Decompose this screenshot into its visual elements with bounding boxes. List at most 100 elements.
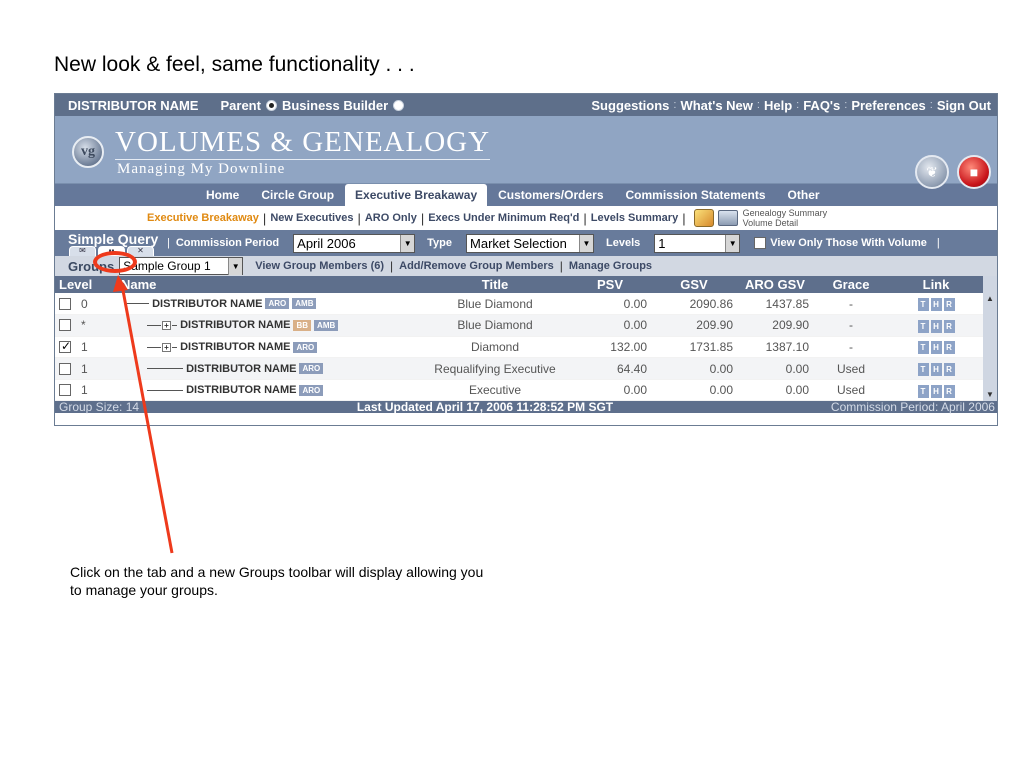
chevron-down-icon: ▼ <box>228 257 243 275</box>
manage-groups-link[interactable]: Manage Groups <box>569 260 652 272</box>
stop-icon[interactable]: ■ <box>957 155 991 189</box>
row-aro-gsv: 1437.85 <box>737 293 813 316</box>
tree-icon[interactable]: ❦ <box>915 155 949 189</box>
header-grace[interactable]: Grace <box>813 276 889 293</box>
row-psv: 0.00 <box>569 314 651 337</box>
scroll-up-icon[interactable]: ▲ <box>986 294 994 303</box>
parent-radio[interactable] <box>265 99 277 111</box>
row-checkbox[interactable] <box>59 297 71 310</box>
table-scrollbar[interactable]: ▲ ▼ <box>983 276 997 402</box>
h-button[interactable]: H <box>930 363 942 377</box>
row-links: THR <box>917 319 955 333</box>
row-links: THR <box>917 341 955 355</box>
header-name[interactable]: Name <box>117 276 421 293</box>
commission-period-select[interactable]: April 2006 ▼ <box>293 233 416 253</box>
h-button[interactable]: H <box>930 298 942 312</box>
group-select[interactable]: Sample Group 1 ▼ <box>119 257 244 275</box>
view-group-members-link[interactable]: View Group Members (6) <box>255 260 384 272</box>
scroll-down-icon[interactable]: ▼ <box>986 390 994 399</box>
row-title: Blue Diamond <box>421 314 569 337</box>
top-links: Suggestions: What's New: Help: FAQ's: Pr… <box>591 97 991 113</box>
printer-icon[interactable] <box>717 210 738 226</box>
row-checkbox[interactable] <box>59 384 71 397</box>
row-grace: Used <box>813 379 889 402</box>
r-button[interactable]: R <box>943 363 955 377</box>
vg-logo: vg <box>72 136 104 168</box>
header-aro-gsv[interactable]: ARO GSV <box>737 276 813 293</box>
suggestions-link[interactable]: Suggestions <box>591 98 669 113</box>
t-button[interactable]: T <box>917 298 929 312</box>
t-button[interactable]: T <box>917 363 929 377</box>
header-gsv[interactable]: GSV <box>651 276 737 293</box>
status-bar: Group Size: 14 Last Updated April 17, 20… <box>55 400 997 415</box>
row-level: 1 <box>81 383 88 398</box>
view-volume-checkbox[interactable] <box>754 237 767 249</box>
row-name[interactable]: DISTRIBUTOR NAME <box>152 298 262 310</box>
row-psv: 64.40 <box>569 357 651 380</box>
row-name[interactable]: DISTRIBUTOR NAME <box>180 341 290 353</box>
row-name[interactable]: DISTRIBUTOR NAME <box>186 363 296 375</box>
tab-executive-breakaway[interactable]: Executive Breakaway <box>345 184 488 206</box>
mail-tab-icon[interactable]: ✉ <box>69 246 96 256</box>
banner-subtitle: Managing My Downline <box>117 161 286 177</box>
header-level[interactable]: Level <box>55 276 117 293</box>
row-name[interactable]: DISTRIBUTOR NAME <box>180 319 290 331</box>
tab-other[interactable]: Other <box>777 188 831 206</box>
chevron-down-icon: ▼ <box>725 234 740 252</box>
row-tag: ARO <box>299 384 324 396</box>
add-remove-members-link[interactable]: Add/Remove Group Members <box>399 260 554 272</box>
groups-toolbar: Groups Sample Group 1 ▼ View Group Membe… <box>55 256 997 276</box>
t-button[interactable]: T <box>917 384 929 398</box>
type-select[interactable]: Market Selection ▼ <box>466 233 595 253</box>
row-psv: 0.00 <box>569 293 651 316</box>
faqs-link[interactable]: FAQ's <box>803 98 840 113</box>
row-name[interactable]: DISTRIBUTOR NAME <box>186 384 296 396</box>
whats-new-link[interactable]: What's New <box>680 98 752 113</box>
volume-detail-link[interactable]: Volume Detail <box>743 218 828 228</box>
tab-circle-group[interactable]: Circle Group <box>250 188 345 206</box>
status-commission-period: Commission Period: April 2006 <box>830 400 995 415</box>
subnav-aro-only[interactable]: ARO Only <box>365 212 417 224</box>
volumes-genealogy-app: DISTRIBUTOR NAME Parent Business Builder… <box>54 93 998 426</box>
genealogy-summary-link[interactable]: Genealogy Summary <box>743 208 828 218</box>
row-level: 1 <box>81 339 88 354</box>
header-psv[interactable]: PSV <box>569 276 651 293</box>
banner-title: VOLUMES & GENEALOGY <box>115 126 491 160</box>
r-button[interactable]: R <box>943 384 955 398</box>
row-checkbox[interactable] <box>59 339 71 353</box>
business-builder-radio[interactable] <box>393 99 405 111</box>
h-button[interactable]: H <box>930 384 942 398</box>
subnav-levels-summary[interactable]: Levels Summary <box>591 212 678 224</box>
r-button[interactable]: R <box>943 319 955 333</box>
expand-icon[interactable]: + <box>162 320 171 330</box>
annotation-text: Click on the tab and a new Groups toolba… <box>70 564 484 598</box>
tab-home[interactable]: Home <box>195 188 250 206</box>
help-link[interactable]: Help <box>764 98 792 113</box>
h-button[interactable]: H <box>930 319 942 333</box>
table-row: 1 + DISTRIBUTOR NAMEARO Diamond 132.00 1… <box>55 336 983 359</box>
row-checkbox[interactable] <box>59 319 71 332</box>
r-button[interactable]: R <box>943 298 955 312</box>
subnav-executive-breakaway[interactable]: Executive Breakaway <box>147 212 259 224</box>
subnav-execs-under-minimum[interactable]: Execs Under Minimum Req'd <box>428 212 579 224</box>
h-button[interactable]: H <box>930 341 942 355</box>
tab-customers-orders[interactable]: Customers/Orders <box>487 188 614 206</box>
tab-commission-statements[interactable]: Commission Statements <box>615 188 777 206</box>
r-button[interactable]: R <box>943 341 955 355</box>
header-link[interactable]: Link <box>889 276 983 293</box>
edit-icon[interactable] <box>693 209 714 227</box>
levels-select[interactable]: 1 ▼ <box>654 233 741 253</box>
t-button[interactable]: T <box>917 319 929 333</box>
row-aro-gsv: 1387.10 <box>737 336 813 359</box>
sign-out-link[interactable]: Sign Out <box>937 98 991 113</box>
t-button[interactable]: T <box>917 341 929 355</box>
commission-period-label: Commission Period <box>175 237 280 249</box>
preferences-link[interactable]: Preferences <box>851 98 925 113</box>
row-level: 0 <box>81 296 88 311</box>
row-checkbox[interactable] <box>59 362 71 375</box>
table-row: * + DISTRIBUTOR NAME BB AMB Blue Diamond 0… <box>55 314 983 337</box>
subnav-new-executives[interactable]: New Executives <box>270 212 353 224</box>
header-title[interactable]: Title <box>421 276 569 293</box>
row-title: Diamond <box>421 336 569 359</box>
expand-icon[interactable]: + <box>162 342 171 352</box>
